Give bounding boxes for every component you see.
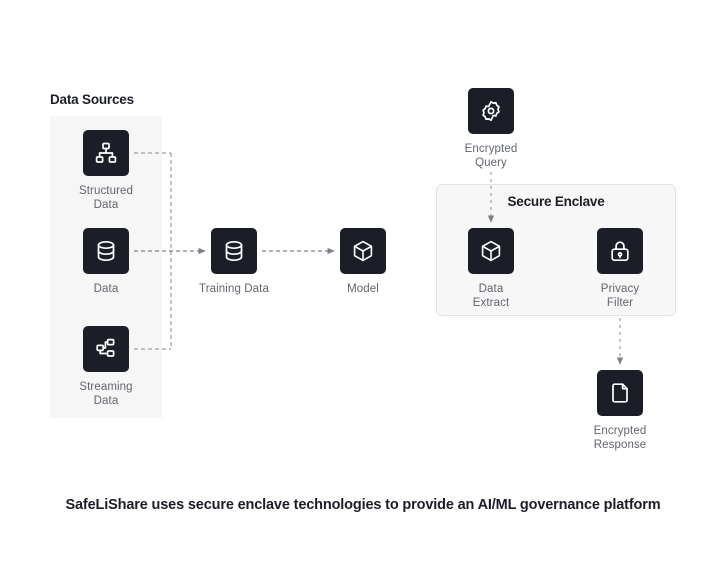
- diagram-canvas: Data Sources Secure Enclave Structured D…: [0, 0, 726, 562]
- model-label: Model: [347, 283, 379, 295]
- node-training-data[interactable]: Training Data: [188, 228, 280, 297]
- privacy-filter-label: Privacy Filter: [600, 283, 640, 309]
- privacy-filter-tile[interactable]: [597, 228, 643, 274]
- node-privacy-filter[interactable]: Privacy Filter: [574, 228, 666, 310]
- model-tile[interactable]: [340, 228, 386, 274]
- data-extract-label: Data Extract: [472, 283, 510, 309]
- node-streaming-data[interactable]: Streaming Data: [60, 326, 152, 408]
- encrypted-response-label: Encrypted Response: [593, 425, 647, 451]
- branch-tree-icon: [94, 337, 118, 361]
- training-data-tile[interactable]: [211, 228, 257, 274]
- node-structured-data[interactable]: Structured Data: [60, 130, 152, 212]
- encrypted-response-tile[interactable]: [597, 370, 643, 416]
- database-icon: [94, 239, 118, 263]
- cube-icon: [479, 239, 503, 263]
- hierarchy-icon: [94, 141, 118, 165]
- secure-enclave-heading: Secure Enclave: [507, 194, 605, 209]
- node-encrypted-response[interactable]: Encrypted Response: [574, 370, 666, 452]
- node-data-extract[interactable]: Data Extract: [445, 228, 537, 310]
- database-icon: [222, 239, 246, 263]
- cube-icon: [351, 239, 375, 263]
- data-tile[interactable]: [83, 228, 129, 274]
- gear-icon: [479, 99, 503, 123]
- data-sources-heading: Data Sources: [50, 92, 134, 107]
- encrypted-query-label: Encrypted Query: [464, 143, 518, 169]
- training-data-label: Training Data: [199, 283, 269, 295]
- streaming-data-tile[interactable]: [83, 326, 129, 372]
- document-icon: [608, 381, 632, 405]
- structured-data-tile[interactable]: [83, 130, 129, 176]
- lock-icon: [608, 239, 632, 263]
- data-extract-tile[interactable]: [468, 228, 514, 274]
- diagram-caption: SafeLiShare uses secure enclave technolo…: [65, 497, 661, 513]
- encrypted-query-tile[interactable]: [468, 88, 514, 134]
- node-encrypted-query[interactable]: Encrypted Query: [445, 88, 537, 170]
- structured-data-label: Structured Data: [78, 185, 134, 211]
- node-model[interactable]: Model: [317, 228, 409, 297]
- node-data[interactable]: Data: [60, 228, 152, 297]
- streaming-data-label: Streaming Data: [79, 381, 133, 407]
- data-label: Data: [93, 283, 119, 295]
